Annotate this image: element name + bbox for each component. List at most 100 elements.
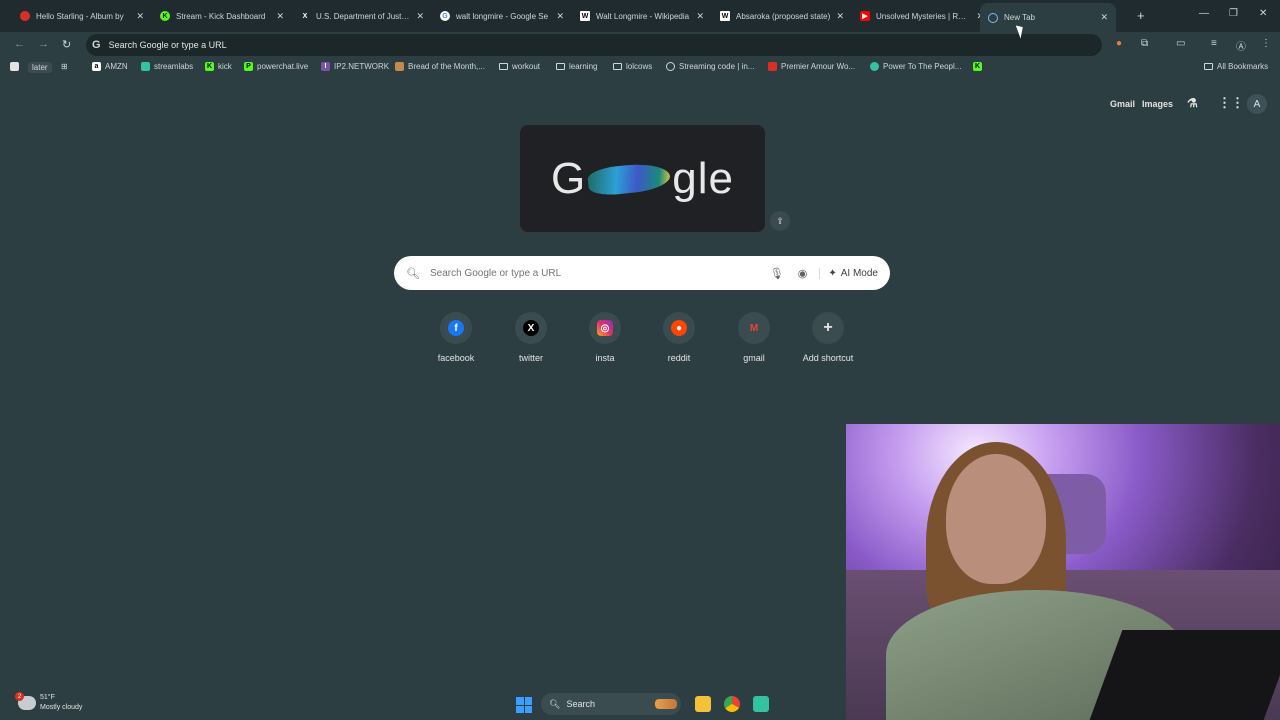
search-box[interactable]: 🔍︎ 🎙︎ ◉ ✦AI Mode: [394, 256, 890, 290]
webcam-person-face: [946, 454, 1046, 584]
close-icon[interactable]: ✕: [1100, 12, 1108, 23]
bookmark-label: streamlabs: [154, 62, 194, 71]
kick-icon: K: [205, 62, 214, 71]
all-bookmarks-label: All Bookmarks: [1217, 62, 1269, 71]
tab-title: walt longmire - Google Se: [456, 11, 549, 21]
avatar[interactable]: A: [1247, 94, 1267, 114]
tab-google-search[interactable]: G walt longmire - Google Se ✕: [432, 4, 572, 28]
bookmark-power-to-the-people[interactable]: Power To The Peopl...: [870, 62, 961, 71]
weather-badge: 2: [15, 692, 24, 701]
omnibox[interactable]: G Search Google or type a URL: [86, 34, 1102, 56]
bookmark-folder-lolcows[interactable]: lolcows: [613, 62, 652, 71]
all-bookmarks-button[interactable]: All Bookmarks: [1204, 62, 1268, 71]
bookmark-ip2[interactable]: I IP2.NETWORK: [321, 62, 389, 71]
google-doodle[interactable]: G gle: [520, 125, 765, 232]
streamlabs-icon: [141, 62, 150, 71]
tab-youtube[interactable]: ▶ Unsolved Mysteries | Robe ✕: [852, 4, 992, 28]
premier-icon: [768, 62, 777, 71]
bookmark-label: powerchat.live: [257, 62, 309, 71]
ai-mode-button[interactable]: ✦ AI Mode: [819, 267, 878, 279]
tab-wikipedia-walt[interactable]: W Walt Longmire - Wikipedia ✕: [572, 4, 712, 28]
shortcut-insta[interactable]: ◎ insta: [568, 312, 642, 363]
shortcut-label: gmail: [743, 353, 765, 363]
bookmark-kick-2[interactable]: K: [973, 62, 986, 71]
apps-icon[interactable]: ⊞: [61, 62, 68, 71]
bookmark-later[interactable]: later: [28, 62, 52, 73]
youtube-icon: ▶: [860, 11, 870, 21]
shortcut-reddit[interactable]: ● reddit: [642, 312, 716, 363]
streamlabs-icon[interactable]: [753, 696, 769, 712]
bookmark-premier-amour[interactable]: Premier Amour Wo...: [768, 62, 855, 71]
close-icon[interactable]: ✕: [556, 11, 564, 22]
tab-strip: Hello Starling - Album by ✕ K Stream - K…: [0, 0, 1280, 32]
bookmark-streaming-code[interactable]: Streaming code | in...: [666, 62, 754, 71]
restore-icon[interactable]: ❐: [1229, 8, 1238, 19]
bookmark-folder-workout[interactable]: workout: [499, 62, 540, 71]
extension-icon[interactable]: ●: [1116, 38, 1122, 49]
close-icon[interactable]: ✕: [416, 11, 424, 22]
search-highlight-icon: [655, 699, 677, 709]
cast-icon[interactable]: ▭: [1176, 38, 1185, 49]
gmail-icon: M: [749, 322, 759, 334]
file-explorer-icon[interactable]: [695, 696, 711, 712]
minimize-icon[interactable]: —: [1199, 8, 1209, 19]
folder-icon: [1204, 63, 1213, 70]
google-lens-icon[interactable]: ◉: [798, 267, 808, 280]
tab-doj[interactable]: X U.S. Department of Justice ✕: [292, 4, 432, 28]
back-icon[interactable]: ←: [14, 38, 25, 50]
labs-flask-icon[interactable]: ⚗: [1187, 96, 1198, 110]
shortcut-tile: ◎: [589, 312, 621, 344]
ip2-icon: I: [321, 62, 330, 71]
bookmark-amzn[interactable]: a AMZN: [92, 62, 128, 71]
tab-title: Unsolved Mysteries | Robe: [876, 11, 971, 21]
images-link[interactable]: Images: [1142, 99, 1173, 109]
new-tab-button[interactable]: +: [1137, 8, 1145, 23]
reload-icon[interactable]: ↻: [62, 38, 71, 51]
bookmark-bread[interactable]: Bread of the Month,...: [395, 62, 485, 71]
bookmark-folder-learning[interactable]: learning: [556, 62, 597, 71]
close-icon[interactable]: ✕: [696, 11, 704, 22]
windows-start-icon[interactable]: [516, 697, 532, 713]
chrome-icon[interactable]: [724, 696, 740, 712]
bookmark-streamlabs[interactable]: streamlabs: [141, 62, 193, 71]
shortcut-tile: +: [812, 312, 844, 344]
tab-kick-dashboard[interactable]: K Stream - Kick Dashboard ✕: [152, 4, 292, 28]
bookmark-powerchat[interactable]: Ppowerchat.live: [244, 62, 308, 71]
toolbar: ← → ↻ G Search Google or type a URL ● ⧉ …: [0, 32, 1280, 58]
shortcut-label: facebook: [437, 353, 475, 363]
weather-widget[interactable]: 2 51°F Mostly cloudy: [15, 692, 82, 713]
profile-icon[interactable]: Ⓐ: [1236, 38, 1246, 53]
bookmark-kick[interactable]: Kkick: [205, 62, 232, 71]
shortcut-twitter[interactable]: X twitter: [494, 312, 568, 363]
x-icon: X: [302, 12, 308, 20]
tab-hello-starling[interactable]: Hello Starling - Album by ✕: [12, 4, 152, 28]
ai-mode-label: AI Mode: [840, 267, 878, 279]
search-input[interactable]: [429, 267, 756, 279]
tab-wikipedia-absaroka[interactable]: W Absaroka (proposed state) ✕: [712, 4, 852, 28]
shortcut-gmail[interactable]: M gmail: [717, 312, 791, 363]
shortcut-facebook[interactable]: f facebook: [419, 312, 493, 363]
doodle-letters-gle: gle: [672, 153, 734, 203]
microphone-icon[interactable]: 🎙︎: [770, 267, 784, 280]
bookmark-square-icon[interactable]: [10, 62, 23, 71]
close-icon[interactable]: ✕: [276, 11, 284, 22]
window-close-icon[interactable]: ✕: [1259, 8, 1267, 19]
wikipedia-icon: W: [720, 11, 730, 21]
puzzle-icon[interactable]: ⧉: [1141, 38, 1148, 49]
tab-search-icon[interactable]: ≡: [1211, 38, 1217, 49]
music-icon: [20, 11, 30, 21]
power-icon: [870, 62, 879, 71]
menu-icon[interactable]: ⋮: [1261, 38, 1271, 49]
close-icon[interactable]: ✕: [836, 11, 844, 22]
gmail-link[interactable]: Gmail: [1110, 99, 1135, 109]
add-shortcut-button[interactable]: + Add shortcut: [791, 312, 865, 363]
plus-icon: +: [823, 319, 833, 336]
tab-new-tab[interactable]: New Tab ✕: [980, 3, 1116, 32]
shortcut-tile: f: [440, 312, 472, 344]
forward-icon[interactable]: →: [38, 38, 49, 50]
close-icon[interactable]: ✕: [136, 11, 144, 22]
weather-temp: 51°F: [40, 694, 55, 701]
taskbar-search[interactable]: 🔍︎ Search: [541, 693, 681, 715]
share-doodle-button[interactable]: ⇪: [770, 211, 790, 231]
facebook-icon: f: [448, 320, 464, 336]
